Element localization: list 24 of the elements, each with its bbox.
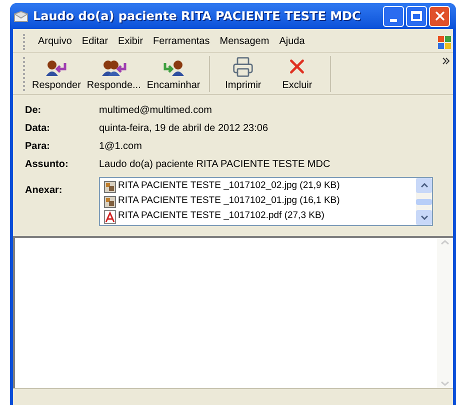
toolbar-button[interactable]: Responder	[29, 54, 84, 92]
attachment-item[interactable]: RITA PACIENTE TESTE _1017102_01.jpg (16,1 KB)	[104, 194, 416, 209]
menu-item[interactable]: Exibir	[113, 34, 148, 49]
header-value: 1@1.com	[99, 140, 142, 154]
header-label: De:	[25, 104, 42, 118]
header-value: Laudo do(a) paciente RITA PACIENTE TESTE MDC	[99, 158, 330, 172]
attachment-item[interactable]: RITA PACIENTE TESTE _1017102_02.jpg (21,9 KB)	[104, 179, 416, 194]
menu-item[interactable]: Ajuda	[274, 34, 310, 49]
attachment-item[interactable]: RITA PACIENTE TESTE _1017102.pdf (27,3 KB)	[104, 209, 416, 224]
header-value: quinta-feira, 19 de abril de 2012 23:06	[99, 122, 268, 136]
header-value: multimed@multimed.com	[99, 104, 212, 118]
menu-item[interactable]: Mensagem	[214, 34, 274, 49]
toolbar-button[interactable]: Excluir	[270, 54, 324, 92]
header-label: Anexar:	[25, 184, 64, 198]
menu-item[interactable]: Ferramentas	[148, 34, 215, 49]
toolbar-button[interactable]: Responde...	[84, 54, 144, 92]
window-title: Laudo do(a) paciente RITA PACIENTE TESTE MDC	[33, 8, 361, 25]
toolbar-button[interactable]: Imprimir	[216, 54, 270, 92]
header-label: Data:	[25, 122, 52, 136]
header-label: Assunto:	[25, 158, 70, 172]
menu-item[interactable]: Arquivo	[33, 34, 77, 49]
toolbar-button[interactable]: Encaminhar	[144, 54, 204, 92]
menu-item[interactable]: Editar	[76, 34, 114, 49]
header-label: Para:	[25, 140, 52, 154]
